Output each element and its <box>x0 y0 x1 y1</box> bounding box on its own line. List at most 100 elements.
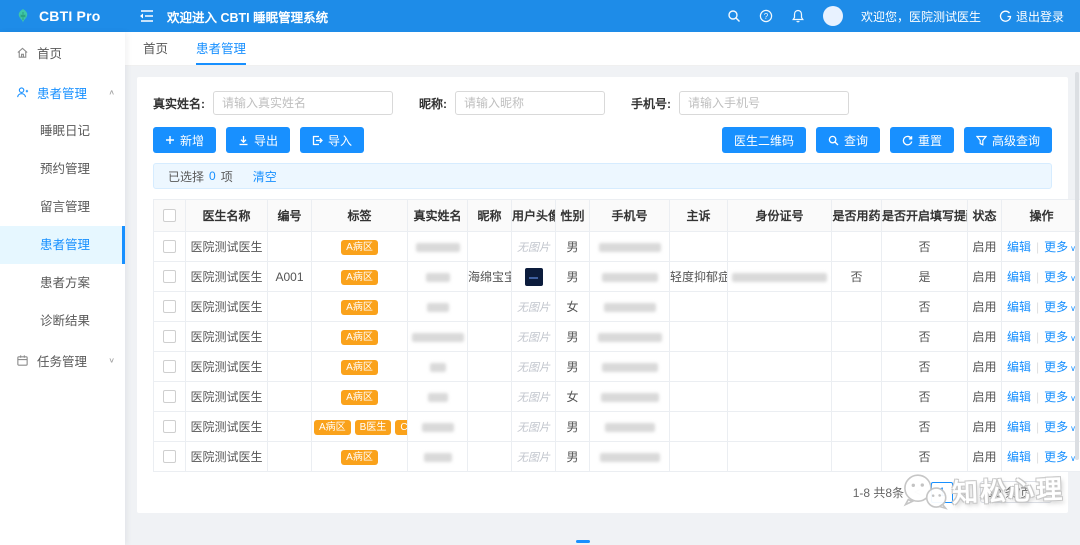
row-checkbox[interactable] <box>163 270 176 283</box>
tab-bar: 首页 患者管理 <box>125 32 1080 66</box>
phone-input[interactable] <box>679 91 849 115</box>
edit-link[interactable]: 编辑 <box>1007 360 1031 374</box>
redacted-phone <box>601 393 659 402</box>
code-cell <box>268 412 312 442</box>
next-page-button[interactable]: > <box>961 485 972 499</box>
svg-text:?: ? <box>764 12 769 21</box>
prev-page-button[interactable]: < <box>912 485 923 499</box>
row-checkbox[interactable] <box>163 390 176 403</box>
edit-link[interactable]: 编辑 <box>1007 300 1031 314</box>
tag-badge: A病区 <box>341 450 378 465</box>
reminder-cell: 否 <box>882 232 968 262</box>
doctor-qrcode-button[interactable]: 医生二维码 <box>722 127 806 153</box>
sidebar-item-patient-management-sub[interactable]: 患者管理 <box>0 226 125 264</box>
logout-icon <box>999 10 1012 23</box>
brand-logo[interactable]: CBTI Pro <box>0 7 125 25</box>
reset-icon <box>902 135 913 146</box>
user-avatar[interactable] <box>823 6 843 26</box>
column-header: 是否用药 <box>832 200 882 232</box>
action-separator: | <box>1036 240 1039 254</box>
more-link[interactable]: 更多 <box>1044 300 1068 314</box>
row-checkbox[interactable] <box>163 330 176 343</box>
edit-link[interactable]: 编辑 <box>1007 450 1031 464</box>
clear-selection-link[interactable]: 清空 <box>253 168 277 185</box>
row-checkbox[interactable] <box>163 300 176 313</box>
tag-badge: A病区 <box>314 420 351 435</box>
row-checkbox[interactable] <box>163 450 176 463</box>
complaint-cell <box>670 322 728 352</box>
reminder-cell: 否 <box>882 292 968 322</box>
tab-patient-management[interactable]: 患者管理 <box>196 32 246 65</box>
selection-info-bar: 已选择 0 项 清空 <box>153 163 1052 189</box>
help-icon[interactable]: ? <box>759 9 773 23</box>
logout-button[interactable]: 退出登录 <box>999 8 1064 25</box>
more-link[interactable]: 更多 <box>1044 360 1068 374</box>
sidebar-item-diagnosis-result[interactable]: 诊断结果 <box>0 302 125 340</box>
page-size-select[interactable]: 10 条/页 ∨ <box>980 481 1052 503</box>
nickname-input[interactable] <box>455 91 605 115</box>
redacted-phone <box>598 333 662 342</box>
vertical-scrollbar[interactable] <box>1075 72 1079 460</box>
reset-button[interactable]: 重置 <box>890 127 954 153</box>
sidebar-item-task-management[interactable]: 任务管理 ∨ <box>0 340 125 380</box>
import-button[interactable]: 导入 <box>300 127 364 153</box>
tab-home[interactable]: 首页 <box>143 32 168 65</box>
more-link[interactable]: 更多 <box>1044 420 1068 434</box>
advanced-query-button[interactable]: 高级查询 <box>964 127 1052 153</box>
brand-logo-icon <box>14 7 32 25</box>
export-button[interactable]: 导出 <box>226 127 290 153</box>
row-checkbox[interactable] <box>163 240 176 253</box>
reminder-cell: 否 <box>882 412 968 442</box>
sidebar-item-home[interactable]: 首页 <box>0 32 125 72</box>
search-icon[interactable] <box>727 9 741 23</box>
query-button[interactable]: 查询 <box>816 127 880 153</box>
edit-link[interactable]: 编辑 <box>1007 270 1031 284</box>
actions-cell: 编辑|更多∨ <box>1002 442 1080 472</box>
content-area: 真实姓名: 昵称: 手机号: 新增 <box>125 67 1080 545</box>
action-separator: | <box>1036 420 1039 434</box>
reminder-cell: 否 <box>882 382 968 412</box>
row-checkbox[interactable] <box>163 360 176 373</box>
reminder-cell: 否 <box>882 322 968 352</box>
bell-icon[interactable] <box>791 9 805 23</box>
chevron-down-icon: ∨ <box>108 356 115 365</box>
more-link[interactable]: 更多 <box>1044 240 1068 254</box>
table-body: 医院测试医生A病区无图片男否启用编辑|更多∨医院测试医生A001A病区海绵宝宝男… <box>154 232 1080 472</box>
more-link[interactable]: 更多 <box>1044 330 1068 344</box>
sidebar-item-message-management[interactable]: 留言管理 <box>0 188 125 226</box>
table-row: 医院测试医生A病区无图片女否启用编辑|更多∨ <box>154 292 1080 322</box>
edit-link[interactable]: 编辑 <box>1007 420 1031 434</box>
select-all-checkbox[interactable] <box>163 209 176 222</box>
medication-cell <box>832 322 882 352</box>
import-icon <box>312 135 323 146</box>
sidebar-item-sleep-diary[interactable]: 睡眠日记 <box>0 112 125 150</box>
edit-link[interactable]: 编辑 <box>1007 390 1031 404</box>
add-button[interactable]: 新增 <box>153 127 216 153</box>
doctor-name-cell: 医院测试医生 <box>186 262 268 292</box>
doctor-name-cell: 医院测试医生 <box>186 412 268 442</box>
edit-link[interactable]: 编辑 <box>1007 240 1031 254</box>
page-number[interactable]: 1 <box>931 482 953 503</box>
sidebar-item-appointment-management[interactable]: 预约管理 <box>0 150 125 188</box>
actions-cell: 编辑|更多∨ <box>1002 322 1080 352</box>
no-image-text: 无图片 <box>517 302 550 314</box>
real-name-input[interactable] <box>213 91 393 115</box>
horizontal-scroll-indicator[interactable] <box>576 540 590 543</box>
medication-cell <box>832 382 882 412</box>
nickname-label: 昵称: <box>419 95 447 112</box>
sidebar-item-patient-management[interactable]: 患者管理 ∧ <box>0 72 125 112</box>
tags-cell: A病区 <box>312 352 408 382</box>
collapse-menu-icon[interactable] <box>139 9 155 23</box>
row-checkbox[interactable] <box>163 420 176 433</box>
status-cell: 启用 <box>968 382 1002 412</box>
redacted-phone <box>602 273 658 282</box>
more-link[interactable]: 更多 <box>1044 450 1068 464</box>
row-select-cell <box>154 442 186 472</box>
more-link[interactable]: 更多 <box>1044 390 1068 404</box>
more-link[interactable]: 更多 <box>1044 270 1068 284</box>
export-icon <box>238 135 249 146</box>
sidebar-submenu: 睡眠日记 预约管理 留言管理 患者管理 患者方案 诊断结果 <box>0 112 125 340</box>
table-row: 医院测试医生A病区无图片男否启用编辑|更多∨ <box>154 352 1080 382</box>
edit-link[interactable]: 编辑 <box>1007 330 1031 344</box>
sidebar-item-patient-plan[interactable]: 患者方案 <box>0 264 125 302</box>
